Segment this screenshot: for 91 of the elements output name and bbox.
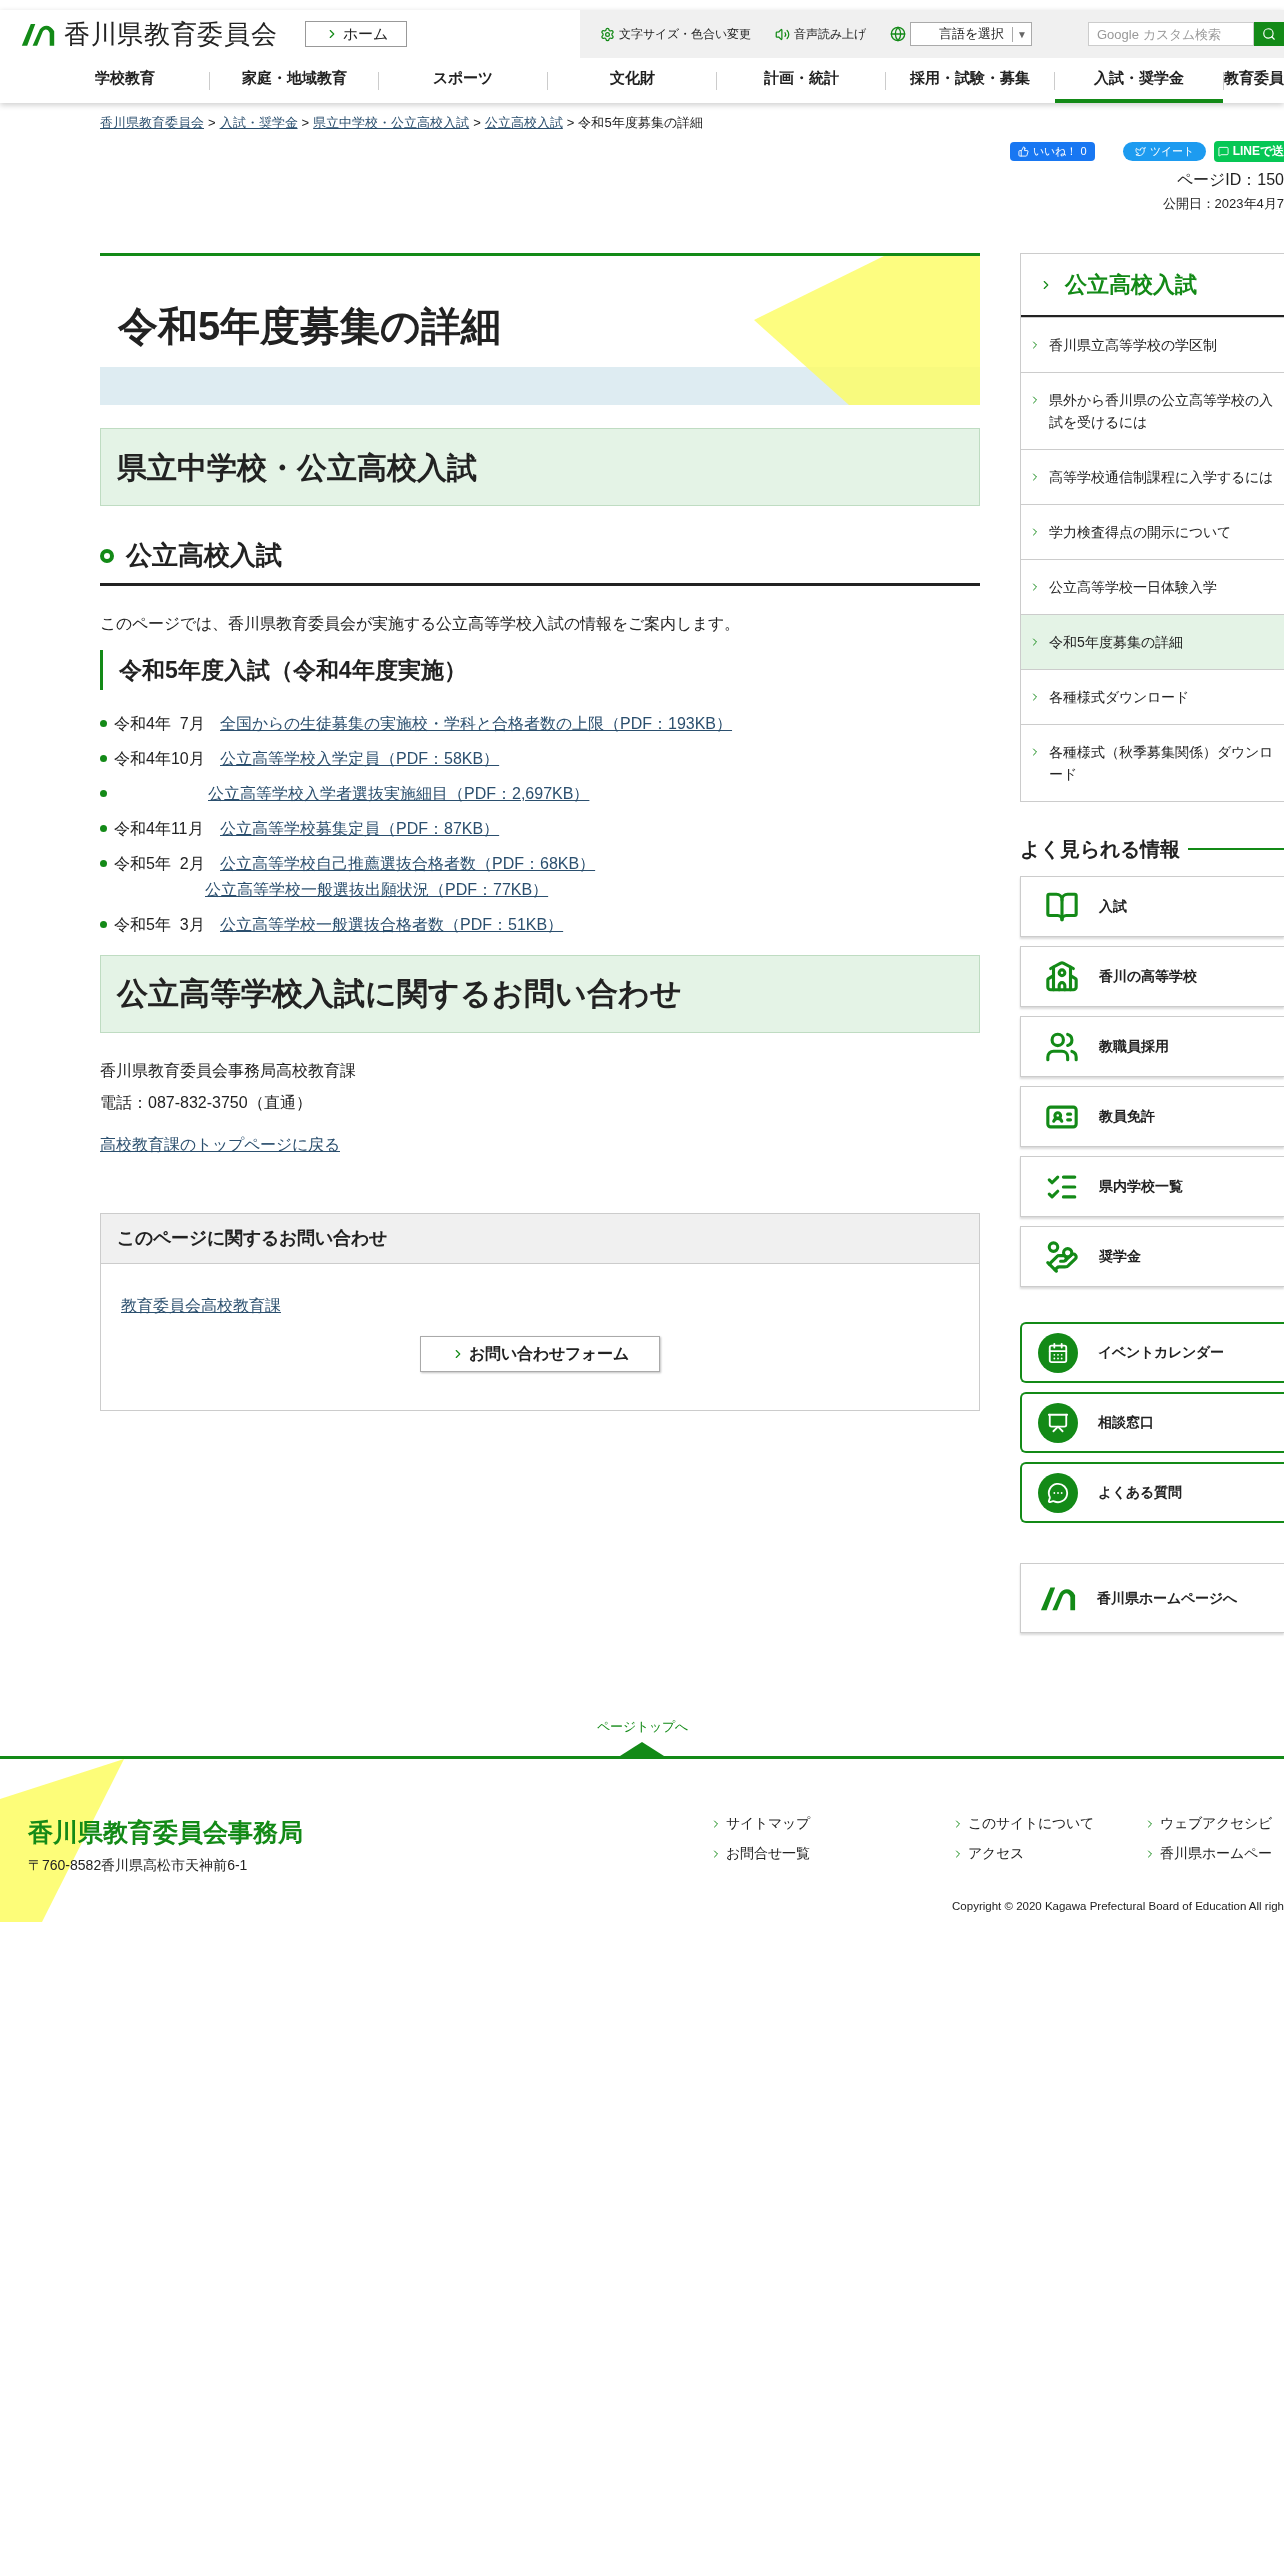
bullet-icon <box>100 720 107 727</box>
popular-heading: よく見られる情報 <box>1020 837 1180 862</box>
copyright: Copyright © 2020 Kagawa Prefectural Board of Education All righ <box>952 1899 1284 1914</box>
site-logo-text[interactable]: 香川県教育委員会 <box>64 14 278 54</box>
utility-link[interactable]: 音声読み上げ <box>775 25 866 43</box>
pdf-link[interactable]: 公立高等学校一般選抜合格者数（PDF：51KB） <box>220 913 564 937</box>
year-heading: 令和5年度入試（令和4年度実施） <box>100 650 980 690</box>
language-select[interactable]: 言語を選択 ▼ <box>910 22 1032 46</box>
footer-link[interactable]: このサイトについて <box>952 1813 1144 1834</box>
nav-tab[interactable]: 家庭・地域教育 <box>210 58 378 103</box>
hand-icon <box>1045 1239 1079 1274</box>
date-text: 令和5年 3月 <box>114 915 206 935</box>
department-link[interactable]: 教育委員会高校教育課 <box>121 1294 281 1318</box>
utility-link[interactable]: 文字サイズ・色合い変更 <box>600 25 751 43</box>
nav-tab[interactable]: 採用・試験・募集 <box>886 58 1054 103</box>
footer-link[interactable]: お問合せ一覧 <box>710 1843 952 1864</box>
intro-text: このページでは、香川県教育委員会が実施する公立高等学校入試の情報をご案内します。 <box>100 614 741 634</box>
popular-link-card[interactable]: 香川の高等学校 <box>1020 946 1284 1007</box>
bird-icon <box>1134 145 1146 157</box>
bullet-icon <box>100 921 107 928</box>
date-text: 令和4年10月 <box>114 749 206 769</box>
contact-form-button[interactable]: お問い合わせフォーム <box>420 1336 660 1372</box>
popular-link-card[interactable]: 教職員採用 <box>1020 1016 1284 1077</box>
school-building-icon <box>1045 959 1079 994</box>
date-text: 令和5年 2月 <box>114 854 206 874</box>
back-link[interactable]: 高校教育課のトップページに戻る <box>100 1133 340 1157</box>
pdf-link[interactable]: 公立高等学校一般選抜出願状況（PDF：77KB） <box>205 878 596 902</box>
calendar-icon <box>1038 1332 1078 1373</box>
search-button[interactable] <box>1254 22 1284 46</box>
nav-tab[interactable]: 学校教育 <box>40 58 209 103</box>
like-button[interactable]: いいね！ 0 <box>1010 141 1095 161</box>
breadcrumb-link[interactable]: 香川県教育委員会 <box>100 113 204 133</box>
breadcrumb-separator: > <box>566 114 575 132</box>
pdf-link[interactable]: 公立高等学校自己推薦選抜合格者数（PDF：68KB） <box>220 852 596 876</box>
breadcrumb-separator: > <box>208 114 216 132</box>
speaker-icon <box>775 26 790 42</box>
quick-link-card[interactable]: 相談窓口 <box>1020 1392 1284 1453</box>
breadcrumb-link[interactable]: 県立中学校・公立高校入試 <box>313 113 470 133</box>
bullet-icon <box>100 755 107 762</box>
section-menu-item[interactable]: 令和5年度募集の詳細 <box>1021 614 1284 669</box>
pdf-link[interactable]: 全国からの生徒募集の実施校・学科と合格者数の上限（PDF：193KB） <box>220 712 733 736</box>
date-text: 令和4年11月 <box>114 819 205 839</box>
bullet-icon <box>100 790 107 797</box>
page-title: 令和5年度募集の詳細 <box>118 306 502 346</box>
home-button[interactable]: ホーム <box>305 21 408 47</box>
subheading: 公立高校入試 <box>100 536 980 586</box>
pdf-link[interactable]: 公立高等学校入学者選抜実施細目（PDF：2,697KB） <box>208 782 590 806</box>
breadcrumb-separator: > <box>473 114 481 132</box>
nav-tab[interactable]: 入試・奨学金 <box>1055 58 1223 103</box>
inquiry-heading: 公立高等学校入試に関するお問い合わせ <box>100 955 980 1033</box>
page-id: ページID：150 <box>1177 169 1284 190</box>
contact-text: 香川県教育委員会事務局高校教育課 <box>100 1061 357 1081</box>
breadcrumb-separator: > <box>301 114 310 132</box>
footer-link[interactable]: 香川県ホームペー <box>1144 1843 1284 1864</box>
contact-box-title: このページに関するお問い合わせ <box>117 1227 387 1250</box>
section-menu-title[interactable]: 公立高校入試 <box>1065 268 1197 301</box>
nav-tab[interactable]: 文化財 <box>548 58 716 103</box>
contact-text: 電話：087-832-3750（直通） <box>100 1093 313 1113</box>
footer-link[interactable]: サイトマップ <box>710 1813 952 1834</box>
section-heading: 県立中学校・公立高校入試 <box>100 428 980 506</box>
consultation-icon <box>1038 1402 1078 1443</box>
breadcrumb-link[interactable]: 入試・奨学金 <box>219 113 298 133</box>
quick-link-card[interactable]: よくある質問 <box>1020 1462 1284 1523</box>
gear-icon <box>600 26 615 42</box>
breadcrumb-link[interactable]: 公立高校入試 <box>484 113 563 133</box>
prefecture-home-link[interactable]: 香川県ホームページへ <box>1020 1563 1284 1633</box>
nav-tab[interactable]: 教育委員 <box>1224 58 1284 103</box>
ring-bullet-icon <box>100 548 114 563</box>
bullet-icon <box>100 825 107 832</box>
page-top-link[interactable]: ページトップへ <box>596 1717 688 1737</box>
search-field[interactable]: Google カスタム検索 <box>1088 22 1254 46</box>
popular-link-card[interactable]: 県内学校一覧 <box>1020 1156 1284 1217</box>
thumbs-up-icon <box>1018 145 1030 157</box>
date-text: 令和4年 7月 <box>114 714 206 734</box>
breadcrumb-current: 令和5年度募集の詳細 <box>578 114 703 132</box>
pdf-link[interactable]: 公立高等学校募集定員（PDF：87KB） <box>220 817 500 841</box>
chat-icon <box>1038 1472 1078 1513</box>
quick-link-card[interactable]: イベントカレンダー <box>1020 1322 1284 1383</box>
footer-link[interactable]: ウェブアクセシビ <box>1144 1813 1284 1834</box>
nav-tab[interactable]: スポーツ <box>379 58 547 103</box>
popular-link-card[interactable]: 教員免許 <box>1020 1086 1284 1147</box>
popular-link-card[interactable]: 入試 <box>1020 876 1284 937</box>
footer-link[interactable]: アクセス <box>952 1843 1144 1864</box>
bullet-icon <box>100 860 107 867</box>
pdf-link[interactable]: 公立高等学校入学定員（PDF：58KB） <box>220 747 500 771</box>
globe-icon <box>890 26 906 42</box>
publish-date: 公開日：2023年4月7 <box>1162 194 1284 213</box>
search-icon <box>1262 27 1276 41</box>
popular-link-card[interactable]: 奨学金 <box>1020 1226 1284 1287</box>
nav-tab[interactable]: 計画・統計 <box>717 58 885 103</box>
chat-bubble-icon <box>1217 145 1229 157</box>
